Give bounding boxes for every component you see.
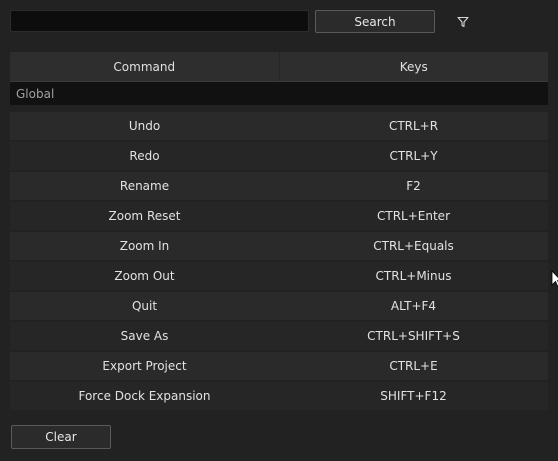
- keys-cell[interactable]: SHIFT+F12: [279, 382, 548, 410]
- table-row[interactable]: Quit ALT+F4: [10, 292, 548, 320]
- mouse-cursor-icon: [551, 270, 558, 288]
- keys-cell[interactable]: CTRL+SHIFT+S: [279, 322, 548, 350]
- table-row[interactable]: Undo CTRL+R: [10, 112, 548, 140]
- command-cell: Quit: [131, 299, 158, 313]
- column-header-command[interactable]: Command: [10, 52, 279, 81]
- keys-cell[interactable]: ALT+F4: [279, 292, 548, 320]
- keys-cell[interactable]: CTRL+E: [279, 352, 548, 380]
- filter-icon: [457, 16, 469, 28]
- command-cell: Redo: [129, 149, 160, 163]
- search-button[interactable]: Search: [315, 10, 435, 33]
- search-input[interactable]: [10, 10, 309, 32]
- keys-cell[interactable]: CTRL+Enter: [279, 202, 548, 230]
- table-row[interactable]: Zoom Reset CTRL+Enter: [10, 202, 548, 230]
- table-row[interactable]: Force Dock Expansion SHIFT+F12: [10, 382, 548, 410]
- table-body: Undo CTRL+R Redo CTRL+Y Rename F2 Zoom Reset CT…: [10, 112, 548, 410]
- table-row[interactable]: Export Project CTRL+E: [10, 352, 548, 380]
- table-row[interactable]: Save As CTRL+SHIFT+S: [10, 322, 548, 350]
- command-cell: Save As: [120, 329, 169, 343]
- command-cell: Zoom In: [119, 239, 170, 253]
- filter-button[interactable]: [452, 11, 474, 33]
- keys-cell[interactable]: CTRL+Equals: [279, 232, 548, 260]
- command-cell: Zoom Out: [114, 269, 175, 283]
- table-header: Command Keys: [10, 52, 548, 81]
- table-row[interactable]: Rename F2: [10, 172, 548, 200]
- keys-cell[interactable]: CTRL+Minus: [279, 262, 548, 290]
- table-row[interactable]: Zoom In CTRL+Equals: [10, 232, 548, 260]
- keys-cell[interactable]: CTRL+Y: [279, 142, 548, 170]
- command-cell: Export Project: [102, 359, 187, 373]
- command-cell: Force Dock Expansion: [78, 389, 211, 403]
- clear-button[interactable]: Clear: [11, 425, 111, 449]
- group-label: Global: [16, 86, 55, 101]
- table-row[interactable]: Redo CTRL+Y: [10, 142, 548, 170]
- command-cell: Undo: [128, 119, 161, 133]
- group-row-global[interactable]: Global: [10, 81, 548, 105]
- keys-cell[interactable]: F2: [279, 172, 548, 200]
- command-cell: Zoom Reset: [108, 209, 181, 223]
- shortcuts-table: Command Keys Global Undo CTRL+R Redo CTRL+Y…: [10, 52, 548, 412]
- command-cell: Rename: [119, 179, 170, 193]
- table-row[interactable]: Zoom Out CTRL+Minus: [10, 262, 548, 290]
- keys-cell[interactable]: CTRL+R: [279, 112, 548, 140]
- column-header-keys[interactable]: Keys: [278, 52, 549, 81]
